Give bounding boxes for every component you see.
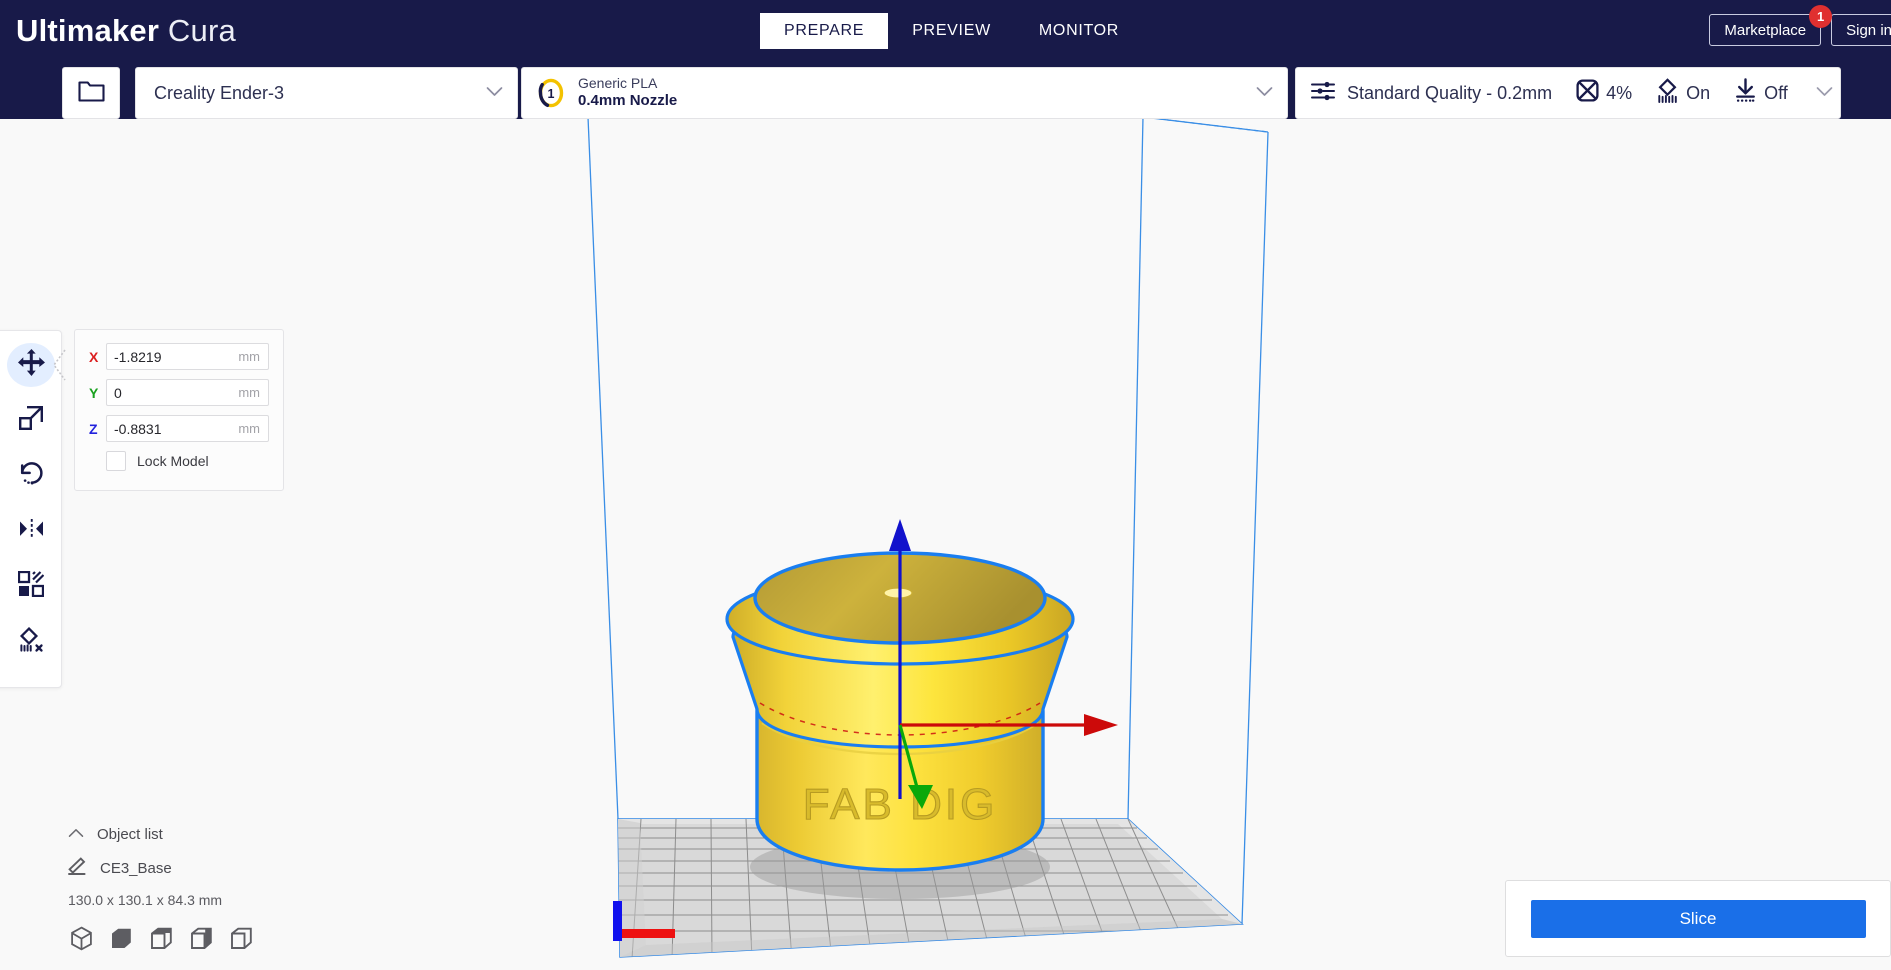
mirror-tool[interactable]	[7, 509, 55, 553]
support-metric: On	[1656, 78, 1710, 108]
infill-metric: 4%	[1576, 79, 1632, 107]
view-left-icon[interactable]	[188, 925, 214, 951]
material-info: Generic PLA 0.4mm Nozzle	[578, 75, 1256, 110]
tab-prepare[interactable]: PREPARE	[760, 13, 889, 49]
position-row-x: X -1.8219 mm	[89, 343, 269, 370]
marketplace-badge: 1	[1809, 5, 1833, 28]
app-brand: Ultimaker Cura	[16, 13, 236, 49]
machine-selector[interactable]: Creality Ender-3	[135, 67, 518, 119]
unit-label: mm	[238, 385, 260, 400]
machine-name: Creality Ender-3	[154, 82, 285, 103]
position-x-input[interactable]: -1.8219 mm	[106, 343, 269, 370]
position-row-y: Y 0 mm	[89, 379, 269, 406]
material-selector[interactable]: 1 Generic PLA 0.4mm Nozzle	[521, 67, 1288, 119]
unit-label: mm	[238, 349, 260, 364]
rotate-icon	[18, 460, 45, 492]
cura-window: Ultimaker Cura PREPARE PREVIEW MONITOR M…	[0, 0, 1891, 970]
chevron-up-icon	[68, 825, 84, 843]
quality-profile: Standard Quality - 0.2mm	[1310, 78, 1552, 109]
position-row-z: Z -0.8831 mm	[89, 415, 269, 442]
lock-model-checkbox[interactable]	[106, 451, 126, 471]
action-panel: Slice	[1505, 880, 1891, 957]
quality-profile-label: Standard Quality - 0.2mm	[1347, 82, 1553, 103]
gizmo-x-arrow	[1084, 714, 1118, 736]
lock-model-row: Lock Model	[106, 451, 269, 471]
extruder-1-icon: 1	[536, 78, 566, 108]
position-z-value: -0.8831	[114, 420, 162, 437]
rotate-tool[interactable]	[7, 454, 55, 498]
support-blocker-tool[interactable]	[7, 620, 55, 664]
panel-caret-icon	[51, 349, 67, 386]
support-value: On	[1686, 82, 1711, 103]
object-list-header[interactable]: Object list	[68, 825, 398, 843]
mirror-icon	[18, 518, 45, 545]
nozzle-size: 0.4mm Nozzle	[578, 92, 678, 110]
position-y-input[interactable]: 0 mm	[106, 379, 269, 406]
infill-value: 4%	[1606, 82, 1633, 103]
object-dimensions: 130.0 x 130.1 x 84.3 mm	[68, 892, 223, 908]
view-right-icon[interactable]	[228, 925, 254, 951]
axis-label-z: Z	[89, 420, 98, 437]
per-model-icon	[17, 570, 45, 602]
position-z-input[interactable]: -0.8831 mm	[106, 415, 269, 442]
view-3d-icon[interactable]	[68, 925, 94, 951]
view-top-icon[interactable]	[148, 925, 174, 951]
adhesion-metric: Off	[1734, 78, 1788, 108]
view-front-icon[interactable]	[108, 925, 134, 951]
move-tool[interactable]	[7, 343, 55, 388]
brand-light: Cura	[167, 13, 236, 48]
chevron-down-icon	[1256, 84, 1273, 102]
axis-label-y: Y	[89, 384, 99, 401]
gizmo-z-arrow	[889, 519, 911, 551]
sliders-icon	[1310, 78, 1336, 109]
adhesion-icon	[1734, 78, 1757, 108]
folder-icon	[77, 80, 105, 107]
position-x-value: -1.8219	[114, 348, 162, 365]
support-icon	[1656, 78, 1679, 108]
axis-label-x: X	[89, 348, 99, 365]
move-tool-panel: X -1.8219 mm Y 0 mm Z -0.8831 mm Lock Mo…	[74, 329, 284, 491]
object-list-item[interactable]: CE3_Base	[68, 857, 398, 880]
marketplace-button[interactable]: Marketplace	[1709, 14, 1822, 46]
material-name: Generic PLA	[578, 75, 658, 92]
model-center-hole	[883, 587, 913, 599]
svg-text:1: 1	[548, 87, 555, 101]
chevron-down-icon	[1816, 84, 1833, 102]
account-area: Marketplace 1 Sign in	[1709, 5, 1891, 46]
scale-icon	[18, 405, 44, 436]
object-name: CE3_Base	[100, 860, 172, 877]
brand-bold: Ultimaker	[16, 13, 160, 48]
move-icon	[17, 349, 45, 381]
scale-tool[interactable]	[7, 398, 55, 442]
slice-button[interactable]: Slice	[1530, 899, 1866, 938]
title-bar: Ultimaker Cura PREPARE PREVIEW MONITOR M…	[0, 0, 1891, 62]
print-settings-selector[interactable]: Standard Quality - 0.2mm 4% On Off	[1295, 67, 1841, 119]
chevron-down-icon	[486, 84, 503, 102]
open-file-button[interactable]	[62, 67, 120, 119]
camera-view-buttons	[68, 925, 398, 951]
adhesion-value: Off	[1764, 82, 1788, 103]
tab-monitor[interactable]: MONITOR	[1015, 13, 1143, 49]
infill-icon	[1576, 79, 1599, 107]
sign-in-button[interactable]: Sign in	[1831, 14, 1891, 46]
support-blocker-icon	[18, 626, 45, 658]
position-y-value: 0	[114, 384, 122, 401]
object-list-panel: Object list CE3_Base 130.0 x 130.1 x 84.…	[68, 825, 398, 951]
marketplace-wrapper: Marketplace 1	[1709, 5, 1833, 46]
origin-x-axis	[617, 929, 675, 938]
stage-tabs: PREPARE PREVIEW MONITOR	[760, 13, 1143, 49]
object-list-title: Object list	[97, 825, 163, 843]
pencil-icon	[68, 857, 86, 880]
origin-z-axis	[613, 901, 622, 941]
tab-preview[interactable]: PREVIEW	[888, 13, 1015, 49]
unit-label: mm	[238, 421, 260, 436]
lock-model-label: Lock Model	[137, 453, 209, 469]
per-model-tool[interactable]	[7, 564, 55, 608]
